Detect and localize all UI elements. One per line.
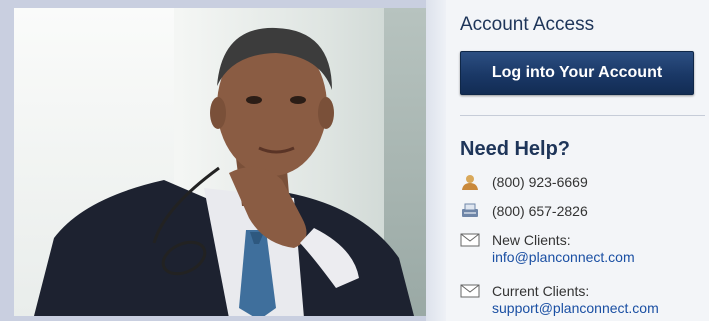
column-divider xyxy=(426,0,446,321)
current-clients-label: Current Clients: xyxy=(492,283,590,299)
login-button[interactable]: Log into Your Account xyxy=(460,51,694,95)
account-sidebar: Account Access Log into Your Account Nee… xyxy=(446,0,709,321)
fax-icon xyxy=(462,203,478,217)
need-help-heading: Need Help? xyxy=(460,138,571,160)
new-clients-email-link[interactable]: info@planconnect.com xyxy=(492,249,635,266)
current-clients-email-link[interactable]: support@planconnect.com xyxy=(492,300,659,317)
account-access-heading: Account Access xyxy=(460,14,595,35)
section-divider xyxy=(460,115,705,116)
current-clients-row: Current Clients: support@planconnect.com xyxy=(460,283,659,317)
phone-number-2: (800) 657-2826 xyxy=(492,203,588,219)
new-clients-label: New Clients: xyxy=(492,232,571,248)
page-frame: Account Access Log into Your Account Nee… xyxy=(0,0,709,321)
businessman-photo xyxy=(34,27,414,316)
new-clients-row: New Clients: info@planconnect.com xyxy=(460,232,635,266)
hero-photo xyxy=(14,8,426,316)
envelope-icon xyxy=(460,284,480,298)
person-icon xyxy=(462,175,478,190)
phone-row-1: (800) 923-6669 xyxy=(460,174,588,191)
phone-row-2: (800) 657-2826 xyxy=(460,203,588,220)
phone-number-1: (800) 923-6669 xyxy=(492,174,588,190)
envelope-icon xyxy=(460,233,480,247)
